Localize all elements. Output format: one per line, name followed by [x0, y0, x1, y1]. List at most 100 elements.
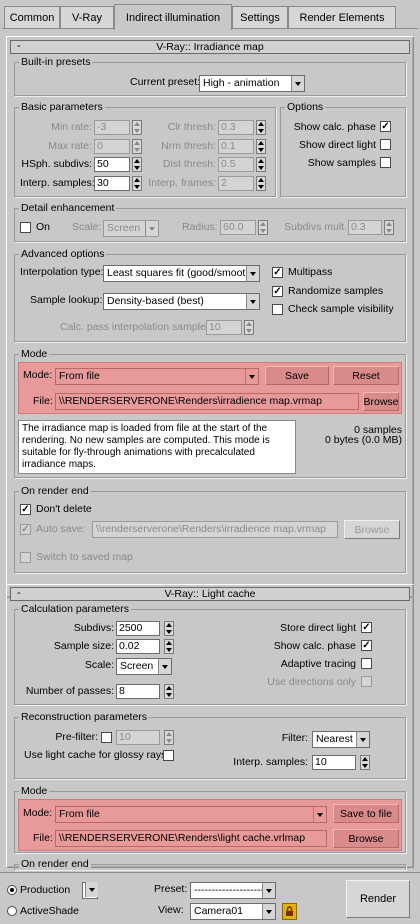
- save-to-file-button[interactable]: Save to file: [333, 804, 399, 823]
- view-dropdown[interactable]: Camera01: [190, 903, 276, 920]
- tab-indirect-illumination[interactable]: Indirect illumination: [114, 4, 232, 30]
- lc-mode-dropdown[interactable]: From file: [55, 806, 327, 823]
- filter-dropdown[interactable]: Nearest: [312, 731, 370, 748]
- mode-label: Mode:: [23, 369, 53, 381]
- irradiance-rollout-header[interactable]: - V-Ray:: Irradiance map: [10, 40, 410, 54]
- sample-lookup-dropdown[interactable]: Density-based (best): [103, 293, 260, 310]
- spinner-arrows-icon[interactable]: [258, 220, 268, 235]
- spinner-arrows-icon[interactable]: [164, 639, 174, 654]
- spinner-arrows-icon[interactable]: [256, 120, 266, 135]
- spinner-arrows-icon[interactable]: [256, 176, 266, 191]
- irradiance-file-field[interactable]: \\RENDERSERVERONE\Renders\irradience map…: [55, 393, 359, 410]
- group-title: Mode: [19, 785, 50, 797]
- lc-browse-button[interactable]: Browse: [333, 829, 399, 848]
- irradiance-mode-dropdown[interactable]: From file: [55, 368, 259, 385]
- mode-description: The irradiance map is loaded from file a…: [18, 420, 296, 474]
- sample-lookup-label: Sample lookup:: [30, 294, 103, 306]
- spinner-arrows-icon[interactable]: [256, 157, 266, 172]
- light-cache-rollout-header[interactable]: - V-Ray:: Light cache: [10, 587, 410, 601]
- preset-dropdown[interactable]: --------------------: [190, 882, 276, 899]
- collapse-icon[interactable]: -: [17, 40, 21, 52]
- lc-scale-dropdown[interactable]: Screen: [116, 658, 172, 675]
- chevron-down-icon: [356, 732, 369, 747]
- tab-settings[interactable]: Settings: [232, 6, 288, 28]
- subdivs-mult-label: Subdivs mult.: [284, 221, 348, 233]
- lc-file-field[interactable]: \\RENDERSERVERONE\Renders\light cache.vr…: [55, 830, 327, 847]
- tab-render-elements[interactable]: Render Elements: [288, 6, 396, 28]
- clr-thresh-spinner[interactable]: 0.3: [218, 120, 254, 135]
- lc-interp-samples-spinner[interactable]: 10: [312, 755, 356, 770]
- detail-on-label: On: [36, 221, 51, 233]
- auto-save-checkbox[interactable]: ✓: [20, 524, 31, 535]
- save-button[interactable]: Save: [265, 366, 329, 385]
- auto-save-path-field[interactable]: \\renderserverone\Renders\irradience map…: [92, 521, 338, 538]
- auto-save-browse-button[interactable]: Browse: [344, 520, 400, 539]
- lc-subdivs-spinner[interactable]: 2500: [116, 621, 160, 636]
- dont-delete-checkbox[interactable]: ✓: [20, 504, 31, 515]
- spinner-arrows-icon[interactable]: [384, 220, 394, 235]
- spinner-arrows-icon[interactable]: [132, 139, 142, 154]
- show-direct-light-checkbox[interactable]: [380, 139, 391, 150]
- dropdown-value: --------------------: [194, 884, 264, 896]
- interpolation-type-dropdown[interactable]: Least squares fit (good/smooth: [103, 265, 260, 282]
- production-radio[interactable]: [7, 885, 17, 895]
- radius-spinner[interactable]: 60.0: [220, 220, 256, 235]
- current-preset-dropdown[interactable]: High - animation: [199, 75, 305, 92]
- show-calc-phase-checkbox[interactable]: ✓: [380, 121, 391, 132]
- subdivs-mult-spinner[interactable]: 0.3: [348, 220, 382, 235]
- randomize-samples-checkbox[interactable]: ✓: [272, 286, 283, 297]
- detail-on-checkbox[interactable]: [20, 222, 31, 233]
- randomize-samples-label: Randomize samples: [288, 285, 384, 297]
- switch-to-saved-checkbox[interactable]: [20, 552, 31, 563]
- min-rate-spinner[interactable]: -3: [94, 120, 130, 135]
- calc-pass-spinner[interactable]: 10: [206, 320, 242, 335]
- activeshade-radio[interactable]: [7, 906, 17, 916]
- spinner-arrows-icon[interactable]: [164, 730, 174, 745]
- spinner-arrows-icon[interactable]: [164, 684, 174, 699]
- chevron-down-icon: [85, 882, 98, 897]
- switch-to-saved-label: Switch to saved map: [36, 551, 133, 563]
- check-visibility-checkbox[interactable]: [272, 304, 283, 315]
- browse-button[interactable]: Browse: [363, 392, 399, 411]
- dist-thresh-spinner[interactable]: 0.5: [218, 157, 254, 172]
- collapse-icon[interactable]: -: [17, 587, 21, 599]
- glossy-rays-label: Use light cache for glossy rays: [24, 749, 167, 761]
- prefilter-spinner[interactable]: 10: [116, 730, 160, 745]
- reset-button[interactable]: Reset: [333, 366, 399, 385]
- use-directions-checkbox[interactable]: [361, 676, 372, 687]
- number-of-passes-label: Number of passes:: [25, 685, 114, 697]
- interp-frames-spinner[interactable]: 2: [218, 176, 254, 191]
- production-dropdown[interactable]: [82, 882, 98, 899]
- sample-size-label: Sample size:: [53, 640, 114, 652]
- show-samples-checkbox[interactable]: [380, 157, 391, 168]
- number-of-passes-spinner[interactable]: 8: [116, 684, 160, 699]
- prefilter-checkbox[interactable]: [101, 732, 112, 743]
- glossy-rays-checkbox[interactable]: [163, 750, 174, 761]
- tab-vray[interactable]: V-Ray: [60, 6, 114, 28]
- spinner-arrows-icon[interactable]: [244, 320, 254, 335]
- hsph-subdivs-spinner[interactable]: 50: [94, 157, 130, 172]
- chevron-down-icon: [158, 659, 171, 674]
- spinner-arrows-icon[interactable]: [256, 139, 266, 154]
- spinner-arrows-icon[interactable]: [164, 621, 174, 636]
- lc-show-calc-checkbox[interactable]: ✓: [361, 640, 372, 651]
- multipass-checkbox[interactable]: ✓: [272, 267, 283, 278]
- scale-label: Scale:: [72, 221, 102, 233]
- sample-size-spinner[interactable]: 0.02: [116, 639, 160, 654]
- store-direct-light-checkbox[interactable]: ✓: [361, 622, 372, 633]
- tab-common[interactable]: Common: [4, 6, 60, 28]
- dropdown-value: From file: [59, 370, 100, 382]
- spinner-arrows-icon[interactable]: [360, 755, 370, 770]
- lock-icon[interactable]: [282, 903, 297, 920]
- spinner-arrows-icon[interactable]: [132, 120, 142, 135]
- spinner-arrows-icon[interactable]: [132, 157, 142, 172]
- nrm-thresh-spinner[interactable]: 0.1: [218, 139, 254, 154]
- max-rate-spinner[interactable]: 0: [94, 139, 130, 154]
- spinner-arrows-icon[interactable]: [132, 176, 142, 191]
- detail-scale-dropdown[interactable]: Screen: [103, 220, 159, 237]
- mode-label: Mode:: [23, 807, 53, 819]
- interp-samples-spinner[interactable]: 30: [94, 176, 130, 191]
- render-button[interactable]: Render: [346, 880, 410, 918]
- adaptive-tracing-checkbox[interactable]: [361, 658, 372, 669]
- store-direct-light-label: Store direct light: [280, 622, 356, 634]
